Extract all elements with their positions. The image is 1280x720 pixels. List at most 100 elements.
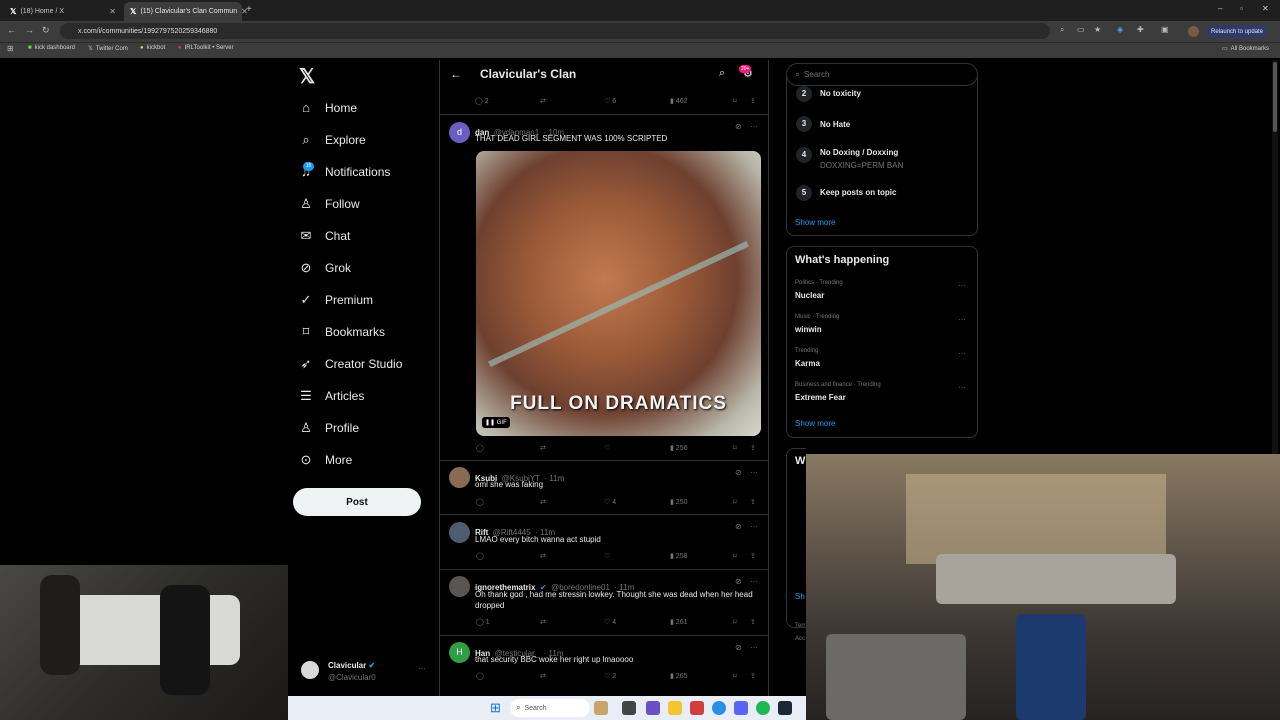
bookmark-kick-dashboard[interactable]: ■ kick dashboard — [28, 45, 75, 51]
apps-grid-icon[interactable]: ⊞ — [7, 44, 14, 53]
reply-button[interactable]: ◯ 2 — [475, 97, 489, 105]
bookmark-icon[interactable]: ⌑ — [733, 444, 737, 452]
nav-grok[interactable]: ⊘ Grok — [298, 260, 351, 276]
bookmark-twitter-com[interactable]: 𝕏 Twitter Com — [88, 45, 128, 53]
nav-chat[interactable]: ✉ Chat — [298, 228, 351, 244]
nav-profile[interactable]: ♙ Profile — [298, 420, 359, 436]
trend-name[interactable]: Nuclear — [795, 291, 824, 300]
nav-creator-studio[interactable]: ➶ Creator Studio — [298, 356, 403, 372]
show-more-rules[interactable]: Show more — [795, 218, 835, 227]
tweet-avatar[interactable] — [449, 467, 470, 488]
close-window-button[interactable]: ✕ — [1262, 4, 1269, 13]
bookmark-icon[interactable]: ⌑ — [733, 498, 737, 506]
account-menu-icon[interactable]: ··· — [418, 664, 426, 673]
repost-button[interactable]: ⇄ — [540, 444, 546, 452]
post-button[interactable]: Post — [293, 488, 421, 516]
like-button[interactable]: ♡ 6 — [604, 97, 616, 105]
maximize-button[interactable]: ▫ — [1240, 4, 1243, 13]
share-icon[interactable]: ⇪ — [750, 498, 756, 506]
bookmark-icon[interactable]: ⌑ — [733, 97, 737, 105]
reload-icon[interactable]: ↻ — [42, 25, 50, 36]
widgets-icon[interactable] — [594, 701, 608, 715]
show-more-trends[interactable]: Show more — [795, 419, 835, 428]
trend-more-icon[interactable]: ··· — [958, 383, 966, 392]
close-tab-icon[interactable]: ✕ — [109, 7, 116, 16]
taskbar-search[interactable]: ⌕ Search — [510, 699, 590, 717]
back-icon[interactable]: ← — [7, 25, 16, 35]
nav-follow[interactable]: ♙ Follow — [298, 196, 360, 212]
tweet-avatar[interactable] — [449, 522, 470, 543]
nav-premium[interactable]: ✓ Premium — [298, 292, 373, 308]
relaunch-button[interactable]: Relaunch to update — [1206, 25, 1269, 38]
file-explorer-icon[interactable] — [668, 701, 682, 715]
bookmark-kickbot[interactable]: ● kickbot — [140, 45, 165, 51]
nav-articles[interactable]: ☰ Articles — [298, 388, 364, 404]
repost-button[interactable]: ⇄ — [540, 672, 546, 680]
all-bookmarks[interactable]: ▭ All Bookmarks — [1222, 45, 1269, 53]
like-button[interactable]: ♡ — [604, 552, 610, 560]
share-icon[interactable]: ⇪ — [750, 618, 756, 626]
reply-button[interactable]: ◯ — [476, 444, 484, 452]
grok-icon[interactable]: ⊘ — [735, 122, 742, 131]
nav-explore[interactable]: ⌕ Explore — [298, 132, 365, 148]
gif-badge[interactable]: ❚❚ GIF — [482, 417, 510, 428]
back-arrow-icon[interactable]: ← — [450, 67, 462, 81]
scrollbar-thumb[interactable] — [1273, 62, 1277, 132]
forward-icon[interactable]: → — [25, 25, 34, 35]
reply-button[interactable]: ◯ — [476, 552, 484, 560]
windows-start-icon[interactable]: ⊞ — [490, 700, 501, 716]
tweet-more-icon[interactable]: ··· — [750, 522, 758, 531]
bookmark-icon[interactable]: ⌑ — [733, 552, 737, 560]
views-stat[interactable]: ▮ 265 — [670, 672, 687, 680]
tweet-avatar[interactable]: H — [449, 642, 470, 663]
app-icon[interactable] — [646, 701, 660, 715]
tweet-avatar[interactable]: d — [449, 122, 470, 143]
views-stat[interactable]: ▮ 261 — [670, 618, 687, 626]
tweet-more-icon[interactable]: ··· — [750, 577, 758, 586]
sidepanel-icon[interactable]: ▣ — [1161, 25, 1169, 34]
footer-terms[interactable]: Terr — [795, 623, 805, 629]
repost-button[interactable]: ⇄ — [540, 498, 546, 506]
trend-more-icon[interactable]: ··· — [958, 281, 966, 290]
spotify-icon[interactable] — [756, 701, 770, 715]
trend-name[interactable]: Karma — [795, 359, 820, 368]
share-icon[interactable]: ⇪ — [750, 552, 756, 560]
nav-more[interactable]: ⊙ More — [298, 452, 353, 468]
tweet-time[interactable]: · 11m — [545, 474, 565, 483]
views-stat[interactable]: ▮ 462 — [670, 97, 687, 105]
repost-button[interactable]: ⇄ — [540, 552, 546, 560]
trend-name[interactable]: winwin — [795, 325, 822, 334]
nav-home[interactable]: ⌂ Home — [298, 100, 357, 115]
views-stat[interactable]: ▮ 250 — [670, 498, 687, 506]
bookmark-icon[interactable]: ⌑ — [733, 618, 737, 626]
grok-icon[interactable]: ⊘ — [735, 577, 742, 586]
tweet-gif-media[interactable]: FULL ON DRAMATICS ❚❚ GIF — [476, 151, 761, 436]
search-icon[interactable]: ⌕ — [719, 67, 725, 80]
steam-icon[interactable] — [778, 701, 792, 715]
minimize-button[interactable]: – — [1218, 4, 1222, 13]
discord-icon[interactable] — [734, 701, 748, 715]
puzzle-icon[interactable]: ✚ — [1137, 25, 1144, 34]
like-button[interactable]: ♡ 2 — [604, 672, 616, 680]
show-more-follow[interactable]: Sh — [795, 592, 805, 601]
trend-more-icon[interactable]: ··· — [958, 315, 966, 324]
share-icon[interactable]: ⇪ — [750, 97, 756, 105]
footer-accessibility[interactable]: Acc — [795, 636, 805, 642]
app-icon[interactable] — [690, 701, 704, 715]
tweet-avatar[interactable] — [449, 576, 470, 597]
views-stat[interactable]: ▮ 256 — [670, 444, 687, 452]
account-avatar[interactable] — [301, 661, 319, 679]
install-icon[interactable]: ▭ — [1077, 25, 1085, 34]
account-name[interactable]: Clavicular ✔ — [328, 661, 375, 670]
like-button[interactable]: ♡ 4 — [604, 498, 616, 506]
grok-icon[interactable]: ⊘ — [735, 468, 742, 477]
share-icon[interactable]: ⇪ — [750, 444, 756, 452]
repost-button[interactable]: ⇄ — [540, 618, 546, 626]
tweet-more-icon[interactable]: ··· — [750, 643, 758, 652]
new-tab-button[interactable]: + — [246, 4, 252, 15]
like-button[interactable]: ♡ — [604, 444, 610, 452]
star-icon[interactable]: ★ — [1094, 25, 1101, 34]
tweet-more-icon[interactable]: ··· — [750, 122, 758, 131]
grok-icon[interactable]: ⊘ — [735, 643, 742, 652]
task-view-icon[interactable] — [622, 701, 636, 715]
